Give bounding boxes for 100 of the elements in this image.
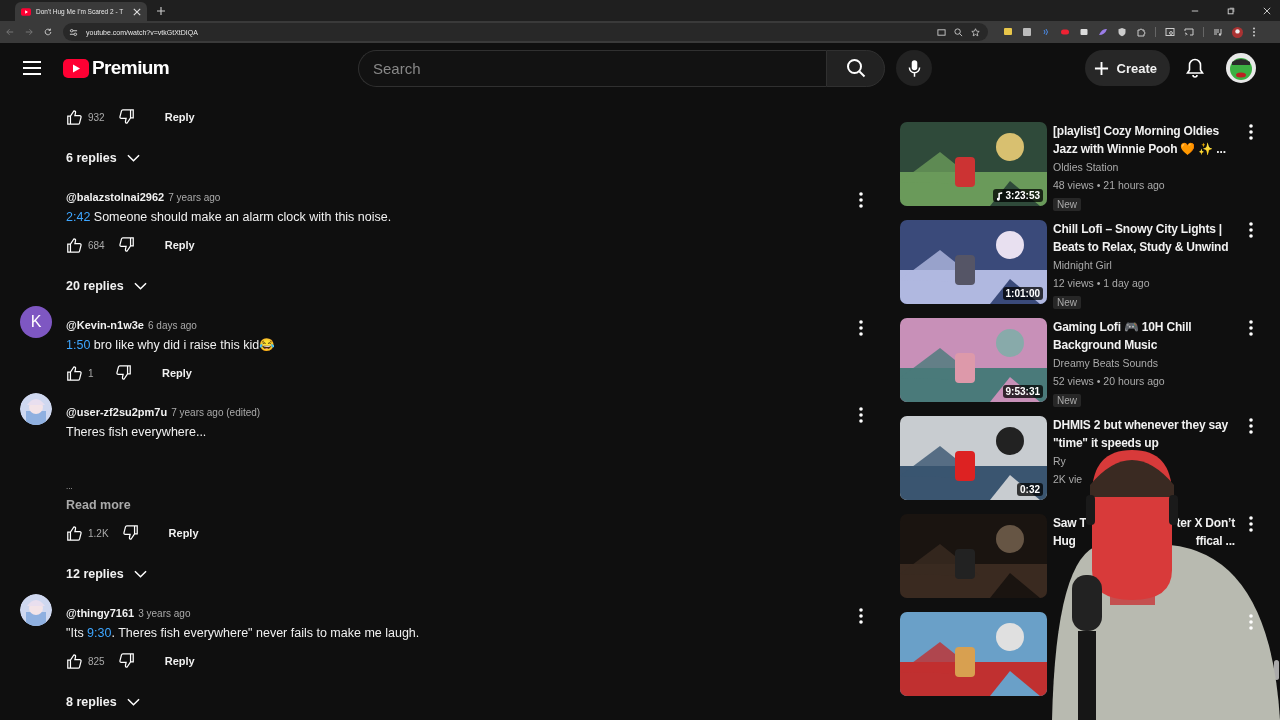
channel-name[interactable]: Oldies Station	[1053, 158, 1235, 176]
channel-name[interactable]: Midnight Girl	[1053, 256, 1235, 274]
video-title[interactable]: Saw T	[1053, 514, 1087, 532]
close-icon[interactable]	[1263, 6, 1271, 15]
video-meta: 12 views • 1 day ago	[1053, 276, 1151, 291]
search-field[interactable]: Search	[358, 49, 826, 87]
search-button[interactable]	[826, 49, 885, 87]
comment-text: 1:50 bro like why did i raise this kid😂	[66, 337, 277, 354]
avatar-icon[interactable]	[1226, 53, 1256, 83]
video-title[interactable]: Gaming Lofi 🎮 10H Chill	[1053, 320, 1192, 334]
plus-icon[interactable]	[157, 6, 165, 15]
music-note-icon	[995, 190, 1003, 201]
timestamp-link[interactable]: 1:50	[66, 338, 91, 352]
more-icon[interactable]	[1249, 418, 1253, 434]
comment-text: Theres fish everywhere...	[66, 424, 208, 441]
comment-author[interactable]: @user-zf2su2pm7u	[66, 406, 168, 418]
comment-author[interactable]: @thingy7161	[66, 607, 135, 619]
video-title[interactable]: Beats to Relax, Study & Unwind	[1053, 240, 1229, 254]
voice-search-button[interactable]	[896, 50, 932, 86]
profile-icon[interactable]	[1232, 26, 1243, 38]
comment-time[interactable]: 7 years ago	[168, 191, 221, 203]
puzzle-icon[interactable]	[1136, 27, 1146, 37]
zoom-icon[interactable]	[954, 27, 963, 37]
like-count: 825	[88, 655, 105, 667]
channel-name[interactable]: Ry	[1053, 452, 1235, 470]
restore-icon[interactable]	[1227, 6, 1235, 15]
youtube-icon	[21, 7, 31, 16]
avatar[interactable]: K	[20, 306, 52, 338]
video-title[interactable]: "time" it speeds up	[1053, 436, 1159, 450]
plus-icon	[1093, 60, 1109, 76]
cast-tab-icon[interactable]	[937, 27, 946, 37]
more-icon[interactable]	[1252, 27, 1256, 37]
reply-button[interactable]: Reply	[152, 359, 202, 387]
reply-button[interactable]: Reply	[154, 647, 205, 675]
comment-author[interactable]: @Kevin-n1w3e	[66, 319, 144, 331]
replies-toggle[interactable]: 20 replies	[66, 272, 147, 300]
chevron-down-icon	[133, 282, 147, 290]
like-count: 1	[88, 367, 95, 379]
more-icon[interactable]	[859, 192, 863, 208]
comment-time[interactable]: 6 days ago	[148, 319, 197, 331]
video-title[interactable]: ffical ...	[1195, 532, 1235, 550]
menu-icon[interactable]	[23, 61, 41, 75]
more-icon[interactable]	[859, 320, 863, 336]
replies-toggle[interactable]: 6 replies	[66, 144, 140, 172]
star-icon[interactable]	[971, 27, 980, 37]
new-badge: New	[1053, 296, 1081, 309]
video-title[interactable]: [playlist] Cozy Morning Oldies	[1053, 124, 1219, 138]
dislike-icon[interactable]	[116, 365, 132, 381]
avatar[interactable]	[20, 594, 52, 626]
new-badge: New	[1053, 198, 1081, 211]
comment-text: 2:42 Someone should make an alarm clock with this noise.	[66, 209, 393, 226]
site-settings-icon[interactable]	[69, 27, 78, 37]
comment-time[interactable]: 3 years ago	[138, 607, 191, 619]
replies-toggle[interactable]: 8 replies	[66, 688, 140, 716]
more-icon[interactable]	[1249, 124, 1253, 140]
search-icon	[845, 58, 866, 78]
channel-name[interactable]: Dreamy Beats Sounds	[1053, 354, 1235, 372]
media-icon[interactable]	[1213, 27, 1223, 37]
replies-toggle[interactable]: 12 replies	[66, 560, 147, 588]
more-icon[interactable]	[859, 608, 863, 624]
reload-icon[interactable]	[44, 28, 52, 36]
cast-icon[interactable]	[1184, 27, 1194, 37]
search-tab-icon[interactable]	[1165, 27, 1175, 37]
like-icon[interactable]	[66, 653, 82, 669]
dislike-icon[interactable]	[118, 109, 135, 125]
read-more-link[interactable]: Read more	[66, 495, 131, 515]
timestamp-link[interactable]: 2:42	[66, 210, 91, 224]
more-icon[interactable]	[1249, 222, 1253, 238]
like-count: 932	[88, 111, 105, 123]
dislike-icon[interactable]	[118, 237, 135, 253]
like-icon[interactable]	[66, 237, 82, 253]
bell-icon[interactable]	[1186, 58, 1204, 78]
like-icon[interactable]	[66, 365, 82, 381]
create-button[interactable]: Create	[1084, 50, 1170, 86]
comment-time[interactable]: 7 years ago (edited)	[171, 406, 261, 418]
dislike-icon[interactable]	[122, 525, 139, 541]
video-meta: 52 views • 20 hours ago	[1053, 374, 1166, 389]
video-title[interactable]: ter X Don’t	[1176, 514, 1235, 532]
chevron-down-icon	[126, 698, 140, 706]
like-icon[interactable]	[66, 109, 82, 125]
video-title[interactable]: Background Music	[1053, 338, 1158, 352]
logo-text[interactable]: Premium	[92, 57, 170, 79]
video-title[interactable]: Chill Lofi – Snowy City Lights |	[1053, 222, 1222, 236]
more-icon[interactable]	[1249, 516, 1253, 532]
close-icon[interactable]	[133, 7, 141, 16]
like-icon[interactable]	[66, 525, 82, 541]
reply-button[interactable]: Reply	[158, 519, 209, 547]
reply-button[interactable]: Reply	[154, 231, 205, 259]
avatar[interactable]	[20, 393, 52, 425]
duration-badge: 1:01:00	[1002, 287, 1043, 300]
shield-icon[interactable]	[1117, 27, 1127, 37]
youtube-logo-icon[interactable]	[63, 58, 89, 78]
dislike-icon[interactable]	[118, 653, 135, 669]
video-title[interactable]: DHMIS 2 but whenever they say	[1053, 418, 1228, 432]
video-title[interactable]: Jazz with Winnie Pooh 🧡 ✨ ...	[1053, 142, 1226, 156]
more-icon[interactable]	[1249, 320, 1253, 336]
reply-button[interactable]: Reply	[154, 103, 205, 131]
more-icon[interactable]	[859, 407, 863, 423]
comment-author[interactable]: @balazstolnai2962	[66, 191, 165, 203]
video-title[interactable]: Hug	[1053, 532, 1076, 550]
